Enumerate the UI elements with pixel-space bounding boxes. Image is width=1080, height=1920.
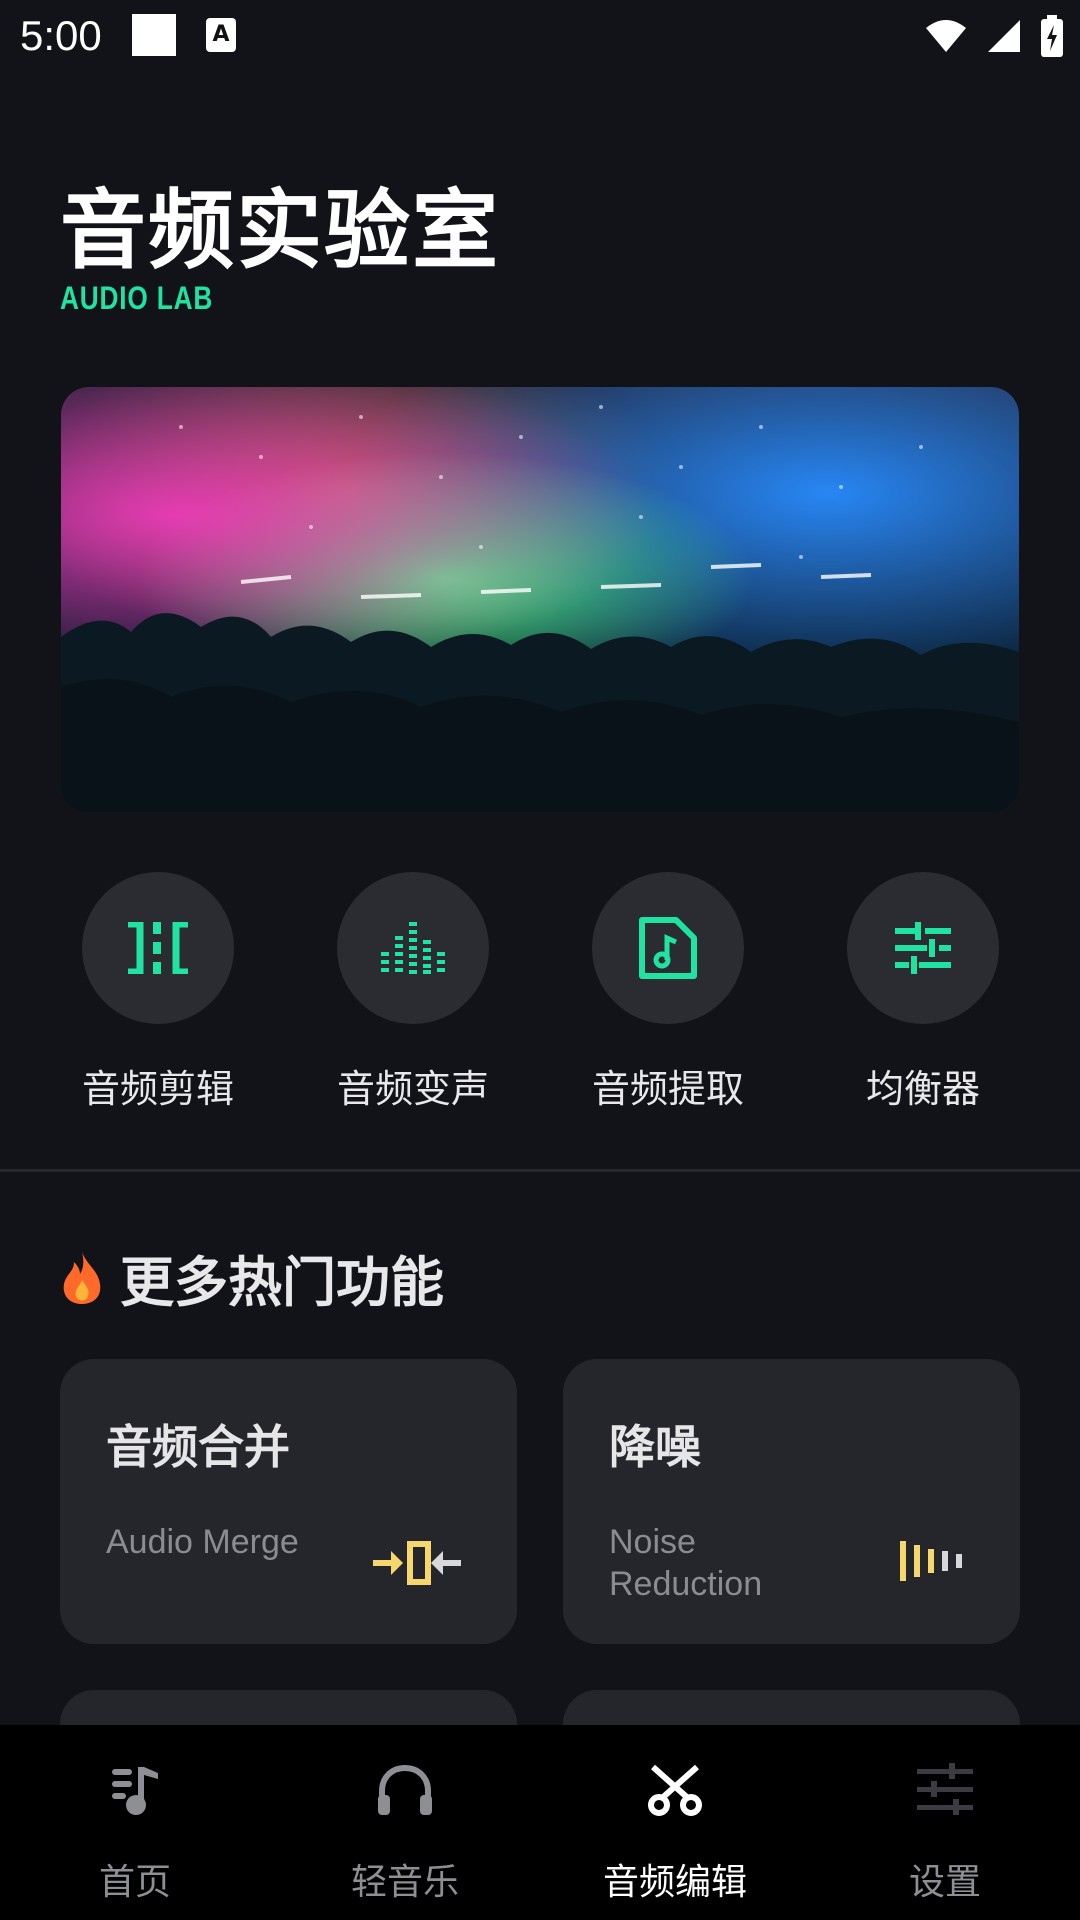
page-title: 音频实验室 xyxy=(60,181,500,281)
wifi-icon xyxy=(926,20,966,52)
page-subtitle: AUDIO LAB xyxy=(60,280,214,316)
nav-item-home[interactable]: 首页 xyxy=(0,1725,270,1920)
card-title: 音频合并 xyxy=(106,1420,290,1474)
tool-icon-wrap xyxy=(337,872,489,1024)
tool-audio-extract[interactable]: 音频提取 xyxy=(558,872,778,1113)
feature-card-audio-merge[interactable]: 音频合并 Audio Merge xyxy=(60,1359,517,1644)
tool-label: 音频剪辑 xyxy=(81,1067,234,1111)
tool-icon-wrap xyxy=(847,872,999,1024)
bottom-nav: 首页 轻音乐 音频编辑 设置 xyxy=(0,1725,1080,1920)
nav-label: 音频编辑 xyxy=(602,1862,747,1903)
equalizer-bars-icon xyxy=(381,922,445,974)
feature-card-noise-reduction[interactable]: 降噪 Noise Reduction xyxy=(563,1359,1020,1644)
nav-icon-wrap xyxy=(0,1763,270,1823)
section-title: 更多热门功能 xyxy=(120,1251,444,1314)
tool-label: 音频变声 xyxy=(336,1067,489,1111)
nav-icon-wrap xyxy=(540,1763,810,1823)
tool-label: 音频提取 xyxy=(591,1067,744,1111)
status-bar: 5:00 A xyxy=(0,0,1080,72)
scissors-icon xyxy=(648,1764,702,1816)
signal-icon xyxy=(988,20,1020,52)
fire-icon xyxy=(63,1251,101,1304)
nav-label: 轻音乐 xyxy=(350,1862,459,1903)
tool-shortcuts: 音频剪辑 音频变声 音频提取 均衡器 xyxy=(0,872,1080,1112)
headphones-icon xyxy=(378,1764,432,1815)
banner-art xyxy=(61,405,1019,812)
nav-label: 设置 xyxy=(908,1862,981,1903)
battery-icon xyxy=(1041,15,1063,57)
music-file-icon xyxy=(639,917,697,979)
section-header: 更多热门功能 xyxy=(58,1238,444,1317)
notification-icon xyxy=(132,14,176,56)
tool-icon-wrap xyxy=(82,872,234,1024)
merge-icon xyxy=(373,1541,461,1585)
tool-voice-change[interactable]: 音频变声 xyxy=(303,872,523,1113)
tool-audio-cut[interactable]: 音频剪辑 xyxy=(48,872,268,1113)
nav-icon-wrap xyxy=(270,1763,540,1823)
nav-icon-wrap xyxy=(810,1763,1080,1823)
card-subtitle: Noise Reduction xyxy=(609,1523,763,1603)
section-divider xyxy=(0,1169,1080,1172)
nav-item-audio-edit[interactable]: 音频编辑 xyxy=(540,1725,810,1920)
tool-label: 均衡器 xyxy=(865,1067,980,1111)
settings-sliders-icon xyxy=(917,1763,973,1815)
tool-equalizer[interactable]: 均衡器 xyxy=(813,872,1033,1113)
card-subtitle: Audio Merge xyxy=(106,1523,299,1561)
tool-icon-wrap xyxy=(592,872,744,1024)
card-title: 降噪 xyxy=(609,1420,701,1474)
keyboard-notification-icon: A xyxy=(206,18,236,52)
status-time: 5:00 xyxy=(20,12,102,59)
status-icons xyxy=(924,14,1064,58)
nav-item-light-music[interactable]: 轻音乐 xyxy=(270,1725,540,1920)
nav-item-settings[interactable]: 设置 xyxy=(810,1725,1080,1920)
audio-cut-icon xyxy=(128,922,188,974)
banner-image[interactable] xyxy=(61,387,1019,812)
noise-bars-icon xyxy=(900,1541,962,1581)
music-note-icon xyxy=(112,1767,158,1815)
nav-label: 首页 xyxy=(98,1862,171,1903)
sliders-icon xyxy=(895,922,951,974)
